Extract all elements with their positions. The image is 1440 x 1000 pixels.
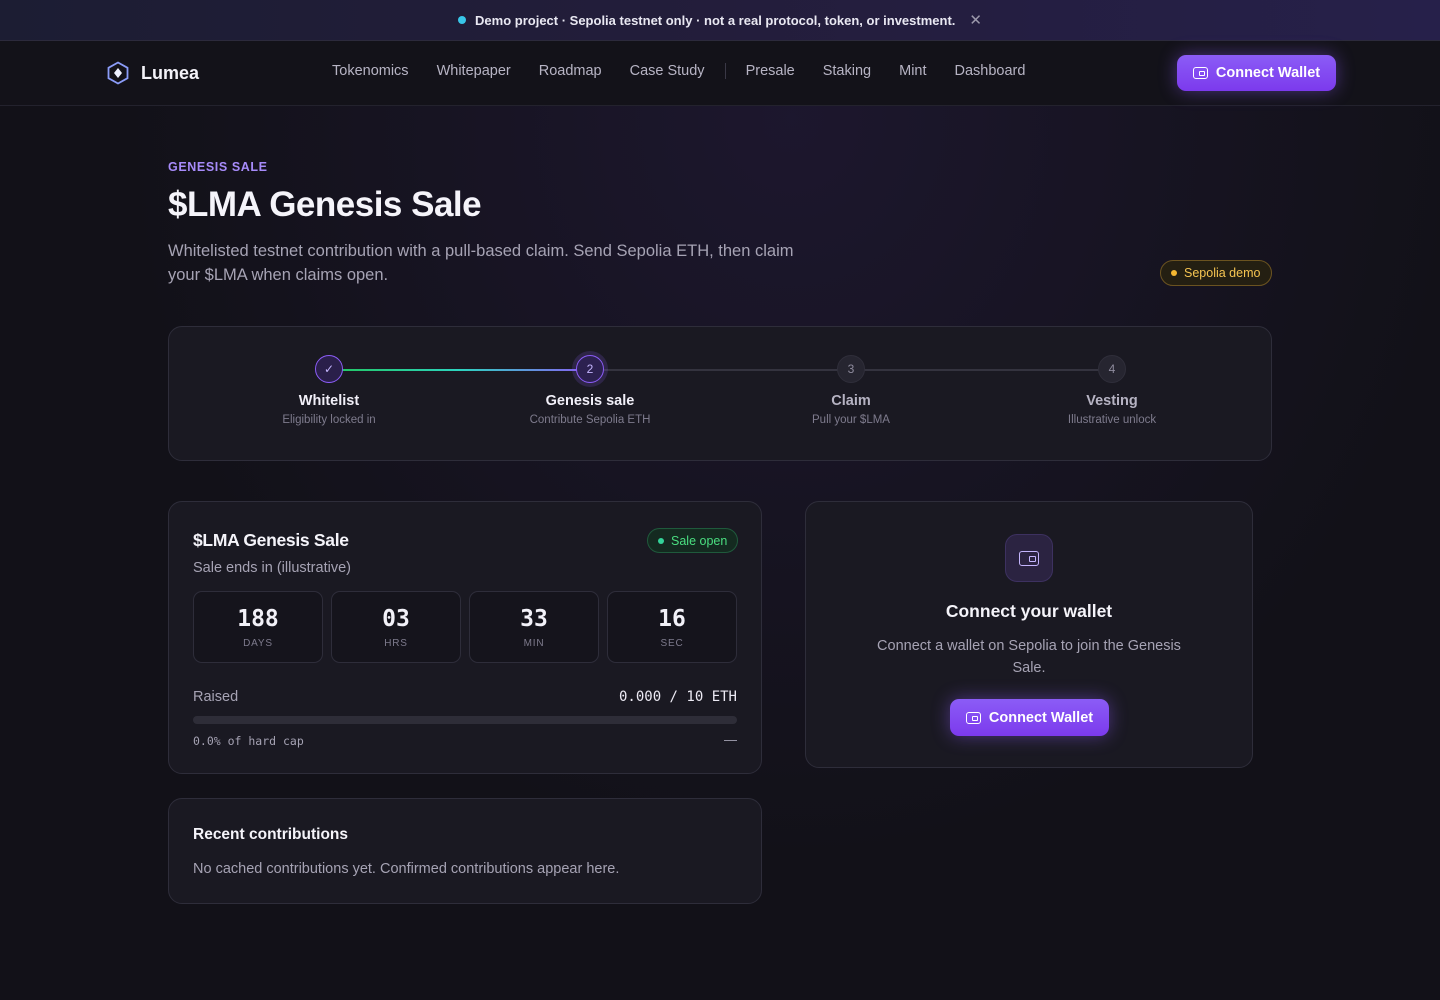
sale-card: $LMA Genesis Sale Sale open Sale ends in… (168, 501, 762, 774)
step-subtitle: Eligibility locked in (282, 414, 376, 426)
card-connect-wallet-button[interactable]: Connect Wallet (950, 699, 1109, 736)
countdown-value: 33 (520, 606, 548, 632)
countdown-value: 188 (237, 606, 279, 632)
countdown-hours: 03 HRS (331, 591, 461, 663)
header-connect-wallet-button[interactable]: Connect Wallet (1177, 55, 1336, 91)
hard-cap-percent: 0.0% of hard cap (193, 734, 304, 748)
hexagon-logo-icon (107, 61, 129, 85)
network-badge: Sepolia demo (1160, 260, 1273, 286)
step-title: Vesting (1086, 393, 1138, 409)
recent-contributions-title: Recent contributions (193, 826, 349, 843)
network-badge-label: Sepolia demo (1184, 266, 1261, 280)
progress-stepper: ✓ Whitelist Eligibility locked in 2 Gene… (168, 326, 1272, 461)
nav-mint[interactable]: Mint (899, 63, 926, 79)
connect-wallet-title: Connect your wallet (945, 601, 1113, 621)
wallet-icon-tile (1005, 534, 1053, 582)
wallet-icon (1192, 67, 1208, 79)
recent-contributions-card: Recent contributions No cached contribut… (168, 798, 762, 904)
countdown-unit: HRS (384, 638, 408, 649)
nav-tokenomics[interactable]: Tokenomics (332, 63, 409, 79)
nav-whitepaper[interactable]: Whitepaper (437, 63, 511, 79)
step-subtitle: Contribute Sepolia ETH (529, 414, 651, 426)
step-subtitle: Pull your $LMA (812, 414, 890, 426)
raised-progress-bar (193, 716, 737, 724)
page-title: $LMA Genesis Sale (168, 185, 482, 224)
brand-name: Lumea (141, 62, 200, 83)
close-icon[interactable]: ✕ (969, 11, 982, 29)
connect-wallet-card: Connect your wallet Connect a wallet on … (805, 501, 1253, 768)
recent-contributions-empty: No cached contributions yet. Confirmed c… (193, 861, 620, 877)
wallet-icon (1019, 550, 1039, 566)
top-header: Lumea Tokenomics Whitepaper Roadmap Case… (0, 41, 1440, 106)
step-title: Claim (831, 393, 871, 409)
nav-case-study[interactable]: Case Study (630, 63, 705, 79)
sale-status-label: Sale open (671, 533, 728, 548)
step-number: 4 (1098, 355, 1126, 383)
countdown-value: 03 (382, 606, 410, 632)
countdown-seconds: 16 SEC (607, 591, 737, 663)
connect-wallet-description: Connect a wallet on Sepolia to join the … (877, 638, 1181, 676)
nav-dashboard[interactable]: Dashboard (955, 63, 1026, 79)
nav-divider (724, 63, 726, 79)
sale-ends-label: Sale ends in (illustrative) (193, 560, 351, 576)
step-title: Genesis sale (545, 393, 635, 409)
countdown-unit: MIN (523, 638, 545, 649)
main-nav: Tokenomics Whitepaper Roadmap Case Study… (332, 63, 1053, 79)
nav-presale[interactable]: Presale (746, 63, 795, 79)
step-genesis-sale: 2 Genesis sale Contribute Sepolia ETH (490, 355, 690, 426)
header-connect-wallet-label: Connect Wallet (1215, 65, 1321, 81)
banner-text: Demo project · Sepolia testnet only · no… (475, 12, 956, 28)
countdown-days: 188 DAYS (193, 591, 323, 663)
brand-logo[interactable]: Lumea (107, 61, 199, 85)
hard-cap-trailing: — (724, 732, 737, 747)
step-number: 3 (837, 355, 865, 383)
raised-value: 0.000 / 10 ETH (618, 689, 737, 705)
nav-roadmap[interactable]: Roadmap (539, 63, 602, 79)
nav-staking[interactable]: Staking (823, 63, 871, 79)
section-eyebrow: GENESIS SALE (168, 160, 268, 174)
countdown-unit: SEC (660, 638, 684, 649)
step-whitelist: ✓ Whitelist Eligibility locked in (229, 355, 429, 426)
step-claim: 3 Claim Pull your $LMA (751, 355, 951, 426)
info-dot-icon (458, 16, 467, 24)
step-number: 2 (576, 355, 604, 383)
card-connect-wallet-label: Connect Wallet (988, 709, 1094, 726)
check-icon: ✓ (315, 355, 343, 383)
countdown-value: 16 (658, 606, 686, 632)
raised-label: Raised (193, 689, 239, 705)
network-dot-icon (1171, 270, 1177, 276)
step-title: Whitelist (298, 393, 360, 409)
countdown-unit: DAYS (243, 638, 273, 649)
wallet-icon (965, 711, 981, 724)
countdown-minutes: 33 MIN (469, 591, 599, 663)
step-vesting: 4 Vesting Illustrative unlock (1012, 355, 1212, 426)
sale-status-badge: Sale open (647, 528, 739, 553)
demo-banner: Demo project · Sepolia testnet only · no… (0, 0, 1440, 41)
page-subtitle: Whitelisted testnet contribution with a … (168, 242, 794, 284)
status-dot-icon (658, 537, 664, 544)
sale-title: $LMA Genesis Sale (193, 530, 349, 550)
step-subtitle: Illustrative unlock (1067, 414, 1157, 426)
